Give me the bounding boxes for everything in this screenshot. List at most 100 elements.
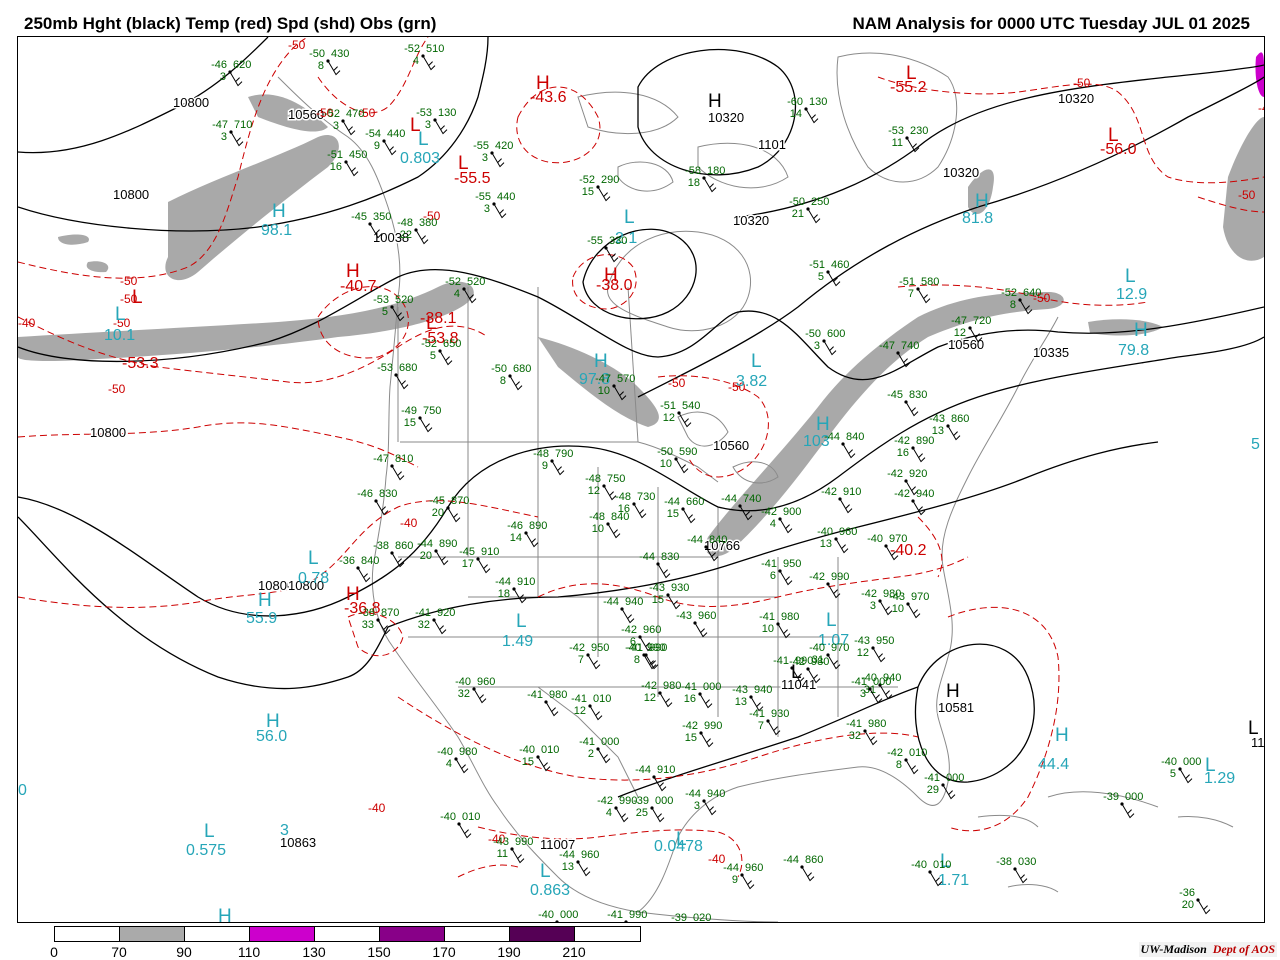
station-value: 29 (927, 784, 939, 796)
station-value: 980 (549, 689, 567, 701)
station-value: -40 (440, 811, 456, 823)
station-value: 520 (395, 294, 413, 306)
station-value: -44 (723, 862, 739, 874)
station-value: -45 (429, 495, 445, 507)
station-value: -40 (817, 526, 833, 538)
station-value: 32 (418, 619, 430, 631)
colorbar-tick-label: 210 (562, 944, 586, 960)
station-value: 540 (682, 400, 700, 412)
station-value: 3 (814, 340, 820, 352)
station-value: 2 (588, 748, 594, 760)
station-value: 130 (438, 107, 456, 119)
station-value: 15 (667, 508, 679, 520)
center-value-label: -55.5 (454, 170, 491, 187)
credit-institution: UW-Madison (1140, 942, 1207, 956)
station-value: 010 (933, 859, 951, 871)
center-value-label: 1.49 (502, 633, 533, 650)
station-value: -40 (519, 744, 535, 756)
station-value: 990 (629, 909, 647, 921)
temp-contour-minus40-mexico (457, 864, 519, 878)
station-value: -44 (664, 496, 680, 508)
center-value-label: 55.9 (246, 610, 277, 627)
colorbar-swatch (315, 927, 380, 941)
station-observation: -47 810 (373, 453, 413, 481)
station-value: 460 (831, 259, 849, 271)
temperature-contour-label: -50 (120, 274, 138, 288)
station-value: 10 (660, 458, 672, 470)
station-value: 910 (517, 576, 535, 588)
station-observation: -43 930 15 (649, 582, 689, 610)
station-observation: -42 890 16 (894, 435, 934, 463)
wind-barb (907, 603, 921, 619)
wind-barb (391, 465, 405, 481)
station-value: 350 (373, 211, 391, 223)
station-observation: -53 680 (377, 362, 417, 390)
station-value: 830 (661, 551, 679, 563)
station-value: 4 (770, 518, 776, 530)
station-value: 8 (318, 60, 324, 72)
wind-barb (1121, 803, 1135, 819)
station-value: -52 (421, 338, 437, 350)
station-observation: -41 980 32 (846, 718, 886, 746)
station-observation: -46 620 3 (211, 59, 251, 87)
station-value: -41 (924, 772, 940, 784)
station-value: 840 (846, 431, 864, 443)
station-value: -53 (377, 362, 393, 374)
station-value: 940 (916, 488, 934, 500)
station-value: 25 (636, 807, 648, 819)
station-value: 3 (425, 119, 431, 131)
station-value: 890 (916, 435, 934, 447)
station-observation: -42 9904 (597, 795, 637, 823)
station-observation: -42 940 (894, 488, 934, 516)
station-value: 11 (497, 848, 508, 860)
station-observation: -41 000 16 (681, 681, 721, 709)
station-value: -44 (721, 493, 737, 505)
station-value: 5 (430, 350, 436, 362)
height-contour-label: 10320 (943, 165, 979, 180)
station-observation: -40 010 (440, 811, 480, 839)
station-value: 010 (909, 747, 927, 759)
temperature-contour-label: -40 (1258, 101, 1264, 115)
station-observation: -43 990 11 (493, 836, 533, 864)
station-value: 250 (811, 196, 829, 208)
station-value: -41 (851, 676, 867, 688)
station-value: 290 (601, 174, 619, 186)
station-value: -58 (685, 165, 701, 177)
station-observation: -41 000 2 (579, 736, 619, 764)
center-value-label: -38.0 (596, 277, 633, 294)
wind-barb (455, 758, 469, 774)
station-value: 000 (873, 676, 891, 688)
station-observation: -45 830 (887, 389, 927, 417)
station-value: 860 (805, 854, 823, 866)
station-value: 16 (684, 693, 696, 705)
center-value-label: 44.4 (1038, 756, 1069, 773)
jet-core-magenta (1255, 52, 1264, 97)
height-contour-label: 1101 (758, 137, 786, 152)
station-value: -44 (685, 788, 701, 800)
station-observation: -42 910 (821, 486, 861, 514)
temperature-contour-label: -50 (1073, 76, 1091, 90)
station-value: 620 (233, 59, 251, 71)
station-value: -60 (787, 96, 803, 108)
station-observation: -44 830 (639, 551, 679, 579)
temp-contour-minus40-southeast (947, 606, 1060, 832)
wind-barb (779, 570, 793, 586)
station-value: 33 (362, 619, 374, 631)
colorbar-tick-label: 130 (302, 944, 326, 960)
station-value: 3 (694, 800, 700, 812)
station-value: 470 (346, 108, 364, 120)
station-value: 5 (818, 271, 824, 283)
station-value: -44 (687, 534, 703, 546)
station-value: 10 (762, 623, 774, 635)
station-value: 520 (467, 276, 485, 288)
pressure-center-marker: H (975, 191, 989, 212)
wind-barb (651, 807, 665, 823)
station-value: -43 (854, 635, 870, 647)
wind-barb (703, 800, 717, 816)
station-value: 14 (510, 532, 522, 544)
station-value: -42 (861, 588, 877, 600)
analysis-valid-time: NAM Analysis for 0000 UTC Tuesday JUL 01… (852, 14, 1250, 33)
pressure-center-marker: L (1125, 266, 1136, 287)
station-value: 7 (758, 720, 764, 732)
wind-barb (805, 108, 819, 124)
